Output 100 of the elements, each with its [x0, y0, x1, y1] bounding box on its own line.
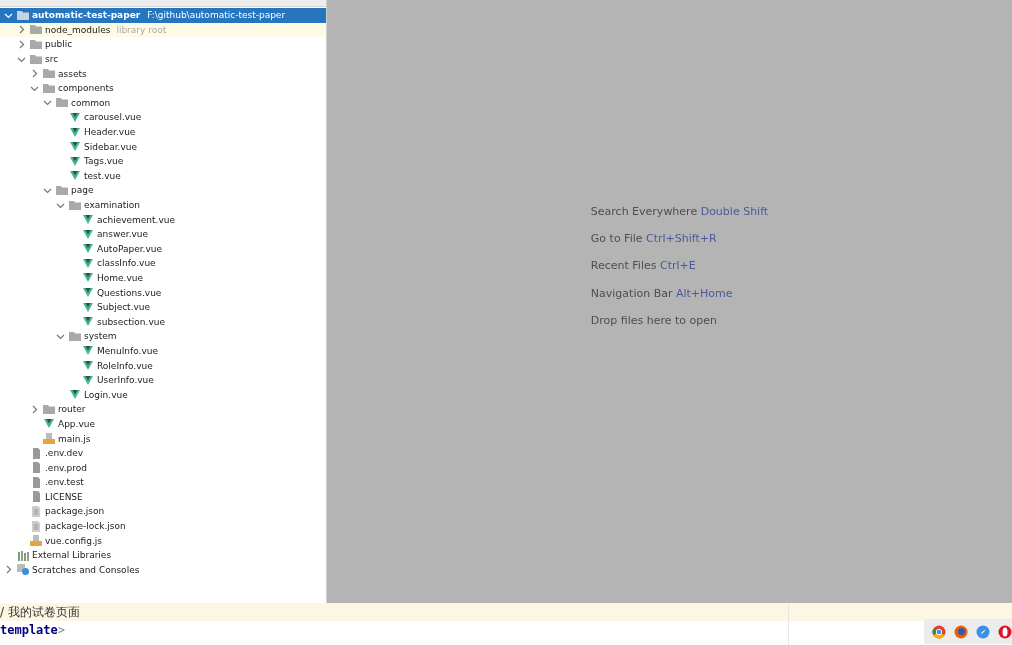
tree-item[interactable]: achievement.vue — [0, 212, 326, 227]
tree-item[interactable]: answer.vue — [0, 226, 326, 242]
tree-item[interactable]: system — [0, 329, 326, 344]
vue-logo-icon — [69, 111, 81, 123]
folder-icon — [56, 184, 68, 196]
vue-logo-icon — [69, 389, 81, 401]
file-name: vue.config.js — [45, 535, 103, 546]
file-name: Header.vue — [84, 127, 136, 138]
file-name: MenuInfo.vue — [97, 345, 158, 356]
tree-item[interactable]: AutoPaper.vue — [0, 241, 326, 257]
vue-logo-icon — [82, 374, 94, 386]
file-name: App.vue — [58, 418, 95, 429]
file-name: classInfo.vue — [97, 258, 156, 269]
tree-item[interactable]: LICENSE — [0, 489, 326, 505]
file-name: Subject.vue — [97, 302, 151, 313]
tree-item[interactable]: .env.dev — [0, 445, 326, 461]
tree-item[interactable]: src — [0, 51, 326, 67]
file-name: Questions.vue — [97, 287, 162, 298]
vue-logo-icon — [43, 418, 55, 430]
text-file-icon — [30, 462, 42, 474]
tree-item[interactable]: Login.vue — [0, 387, 326, 403]
vue-logo-icon — [82, 228, 94, 240]
vue-logo-icon — [82, 287, 94, 299]
tree-item[interactable]: classInfo.vue — [0, 256, 326, 271]
script-file-icon — [43, 433, 55, 444]
tree-item[interactable]: test.vue — [0, 168, 326, 184]
tree-item[interactable]: Subject.vue — [0, 299, 326, 315]
shortcut-text: Ctrl+Shift+R — [646, 232, 717, 246]
tree-item[interactable]: public — [0, 37, 326, 52]
file-name: Home.vue — [97, 273, 143, 283]
tree-item[interactable]: vue.config.js — [0, 533, 326, 548]
tree-item[interactable]: Tags.vue — [0, 153, 326, 169]
shortcut-text: Ctrl+E — [660, 259, 696, 273]
hint-action: Recent Files — [590, 259, 657, 273]
tree-item[interactable]: UserInfo.vue — [0, 372, 326, 388]
scratches-icon — [17, 564, 29, 576]
tree-item[interactable]: Scratches and Consoles — [0, 562, 326, 578]
tree-item[interactable]: Sidebar.vue — [0, 139, 326, 154]
chevron-right-icon[interactable] — [30, 404, 39, 414]
tree-item[interactable]: RoleInfo.vue — [0, 358, 326, 373]
file-name: carousel.vue — [84, 112, 142, 123]
tree-item[interactable]: carousel.vue — [0, 110, 326, 125]
file-name: common — [71, 97, 111, 108]
tree-item[interactable]: package.json — [0, 504, 326, 519]
compass-icon[interactable] — [976, 624, 990, 639]
vue-logo-icon — [69, 170, 81, 182]
json-file-icon — [30, 506, 42, 517]
chevron-right-icon[interactable] — [4, 565, 13, 575]
tree-item[interactable]: components — [0, 80, 326, 96]
chevron-right-icon[interactable] — [17, 40, 26, 49]
tree-item[interactable]: examination — [0, 197, 326, 213]
folder-icon — [69, 330, 81, 342]
tree-item[interactable]: .env.test — [0, 475, 326, 490]
tree-item[interactable]: External Libraries — [0, 547, 326, 563]
tree-item[interactable]: .env.prod — [0, 460, 326, 475]
file-name: node_modules — [45, 24, 111, 35]
tree-item[interactable]: common — [0, 95, 326, 111]
folder-icon — [43, 82, 55, 94]
project-path: F:\github\automatic-test-paper — [147, 10, 286, 21]
vue-logo-icon — [69, 155, 81, 167]
vue-logo-icon — [82, 301, 94, 313]
file-name: router — [58, 404, 86, 415]
chrome-icon[interactable] — [932, 624, 946, 639]
folder-icon — [69, 199, 81, 211]
file-name: src — [45, 54, 59, 65]
file-name: test.vue — [84, 170, 121, 181]
shortcut-text: Double Shift — [700, 205, 769, 218]
firefox-icon[interactable] — [954, 624, 968, 639]
vue-logo-icon — [82, 345, 94, 357]
tree-item[interactable]: assets — [0, 66, 326, 81]
chevron-down-icon[interactable] — [43, 98, 52, 108]
tree-item[interactable]: page — [0, 183, 326, 198]
json-file-icon — [30, 520, 42, 532]
file-name: assets — [58, 68, 87, 79]
file-name: Sidebar.vue — [84, 141, 137, 152]
vue-logo-icon — [82, 316, 94, 328]
file-name: Tags.vue — [84, 156, 124, 167]
tree-item[interactable]: Header.vue — [0, 124, 326, 140]
tree-item[interactable]: main.js — [0, 431, 326, 446]
chevron-right-icon[interactable] — [17, 25, 26, 35]
tree-item[interactable]: Questions.vue — [0, 285, 326, 300]
vue-logo-icon — [82, 243, 94, 255]
tree-item[interactable]: subsection.vue — [0, 314, 326, 330]
file-name: system — [84, 331, 117, 342]
tree-item[interactable]: App.vue — [0, 416, 326, 432]
hint-action: Navigation Bar — [590, 286, 673, 300]
file-name: examination — [84, 200, 140, 210]
tree-item[interactable]: MenuInfo.vue — [0, 343, 326, 359]
chevron-right-icon[interactable] — [30, 69, 39, 79]
tree-item[interactable]: package-lock.json — [0, 518, 326, 534]
opera-icon[interactable] — [998, 624, 1012, 639]
vue-logo-icon — [69, 126, 81, 138]
library-hint: library root — [116, 24, 167, 35]
file-name: package.json — [45, 506, 105, 517]
tree-item[interactable]: Home.vue — [0, 270, 326, 286]
vue-logo-icon — [82, 360, 94, 372]
file-name: main.js — [58, 433, 91, 444]
tree-item[interactable]: router — [0, 402, 326, 417]
tree-item[interactable]: automatic-test-paper F:\github\automatic-test-paper — [0, 8, 326, 23]
hint-action: Search Everywhere — [590, 205, 698, 218]
